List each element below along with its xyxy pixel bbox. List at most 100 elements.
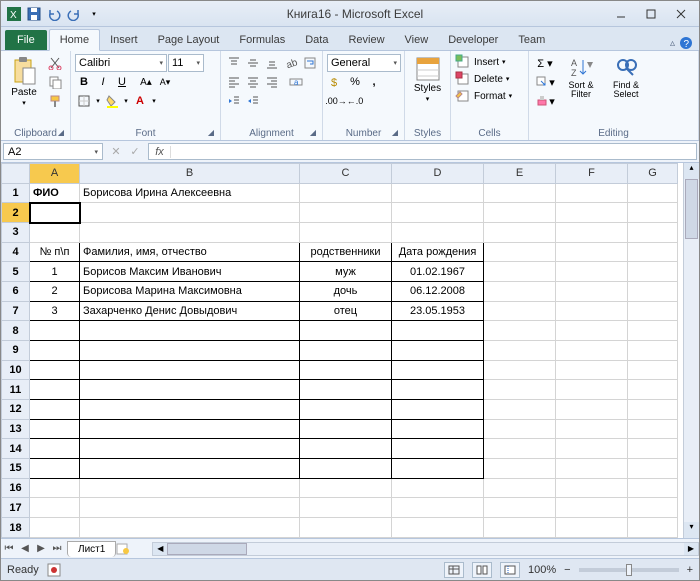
align-left-icon[interactable] <box>225 73 243 91</box>
cell[interactable] <box>628 439 678 459</box>
cell[interactable]: Захарченко Денис Довыдович <box>80 301 300 321</box>
alignment-dialog-icon[interactable]: ◢ <box>308 128 318 138</box>
cell[interactable] <box>628 262 678 282</box>
cell[interactable] <box>392 183 484 203</box>
row-header[interactable]: 3 <box>2 223 30 243</box>
row-header[interactable]: 15 <box>2 459 30 479</box>
cell[interactable] <box>556 419 628 439</box>
cell[interactable]: Борисов Максим Иванович <box>80 262 300 282</box>
row-header[interactable]: 18 <box>2 518 30 538</box>
italic-button[interactable]: I <box>94 73 112 91</box>
worksheet-grid[interactable]: ABCDEFG1ФИОБорисова Ирина Алексеевна234№… <box>1 163 699 538</box>
cell[interactable] <box>484 282 556 302</box>
row-header[interactable]: 6 <box>2 282 30 302</box>
help-icon[interactable]: ? <box>679 36 693 50</box>
zoom-slider[interactable] <box>579 568 679 572</box>
fill-icon[interactable]: ▾ <box>533 73 557 91</box>
autosum-icon[interactable]: Σ ▾ <box>533 54 557 72</box>
cell[interactable]: Дата рождения <box>392 242 484 262</box>
cell[interactable] <box>300 380 392 400</box>
cell[interactable] <box>628 400 678 420</box>
cell[interactable] <box>484 419 556 439</box>
cell-styles-button[interactable]: Styles▾ <box>409 54 446 105</box>
cell[interactable] <box>30 360 80 380</box>
copy-icon[interactable] <box>46 73 64 91</box>
cell[interactable] <box>80 223 300 243</box>
cell[interactable] <box>556 242 628 262</box>
delete-cells-button[interactable]: Delete▾ <box>455 71 509 87</box>
cell[interactable] <box>30 439 80 459</box>
cell[interactable] <box>392 321 484 341</box>
cell[interactable] <box>556 459 628 479</box>
cell[interactable] <box>30 380 80 400</box>
minimize-ribbon-icon[interactable]: ▵ <box>670 38 675 49</box>
row-header[interactable]: 8 <box>2 321 30 341</box>
format-cells-button[interactable]: Format▾ <box>455 88 512 104</box>
macro-record-icon[interactable] <box>47 563 61 577</box>
cell[interactable] <box>484 203 556 223</box>
number-dialog-icon[interactable]: ◢ <box>390 128 400 138</box>
cancel-formula-icon[interactable]: ✕ <box>107 143 125 161</box>
align-bottom-icon[interactable] <box>263 54 281 72</box>
cell[interactable] <box>392 360 484 380</box>
cell[interactable] <box>556 478 628 498</box>
cell[interactable]: отец <box>300 301 392 321</box>
cell[interactable] <box>556 518 628 538</box>
cell[interactable] <box>300 341 392 361</box>
row-header[interactable]: 10 <box>2 360 30 380</box>
sort-filter-button[interactable]: AZ Sort & Filter <box>560 54 602 101</box>
align-center-icon[interactable] <box>244 73 262 91</box>
wrap-text-icon[interactable] <box>301 54 319 72</box>
col-header[interactable]: A <box>30 164 80 184</box>
cell[interactable] <box>556 360 628 380</box>
cell[interactable]: 06.12.2008 <box>392 282 484 302</box>
cell[interactable] <box>556 321 628 341</box>
cell[interactable] <box>392 419 484 439</box>
cell[interactable]: дочь <box>300 282 392 302</box>
font-dialog-icon[interactable]: ◢ <box>206 128 216 138</box>
col-header[interactable]: B <box>80 164 300 184</box>
clipboard-dialog-icon[interactable]: ◢ <box>56 128 66 138</box>
format-painter-icon[interactable] <box>46 92 64 110</box>
cell[interactable] <box>556 341 628 361</box>
cell[interactable] <box>30 419 80 439</box>
merge-center-icon[interactable]: a <box>287 73 305 91</box>
cell[interactable] <box>628 419 678 439</box>
cell[interactable] <box>484 459 556 479</box>
tab-page-layout[interactable]: Page Layout <box>148 30 230 50</box>
col-header[interactable]: G <box>628 164 678 184</box>
insert-cells-button[interactable]: Insert▾ <box>455 54 506 70</box>
row-header[interactable]: 17 <box>2 498 30 518</box>
cell[interactable] <box>392 400 484 420</box>
close-button[interactable] <box>667 5 695 23</box>
zoom-level[interactable]: 100% <box>528 564 556 576</box>
cell[interactable] <box>484 242 556 262</box>
cell[interactable]: муж <box>300 262 392 282</box>
align-top-icon[interactable] <box>225 54 243 72</box>
save-icon[interactable] <box>25 5 43 23</box>
borders-dropdown-icon[interactable]: ▾ <box>94 92 102 110</box>
cell[interactable] <box>484 183 556 203</box>
cell[interactable] <box>300 203 392 223</box>
cell[interactable] <box>300 400 392 420</box>
borders-icon[interactable] <box>75 92 93 110</box>
cell[interactable] <box>484 301 556 321</box>
vertical-scrollbar[interactable]: ▴ ▾ <box>683 163 699 538</box>
cell[interactable] <box>30 223 80 243</box>
page-break-view-icon[interactable] <box>500 562 520 578</box>
tab-formulas[interactable]: Formulas <box>229 30 295 50</box>
fill-dropdown-icon[interactable]: ▾ <box>122 92 130 110</box>
cell[interactable] <box>556 262 628 282</box>
undo-icon[interactable] <box>45 5 63 23</box>
cell[interactable] <box>484 360 556 380</box>
font-color-icon[interactable]: A <box>131 92 149 110</box>
cell[interactable] <box>80 203 300 223</box>
increase-indent-icon[interactable] <box>244 92 262 110</box>
cell[interactable] <box>556 380 628 400</box>
cell[interactable] <box>300 518 392 538</box>
cell[interactable] <box>556 183 628 203</box>
normal-view-icon[interactable] <box>444 562 464 578</box>
cell[interactable] <box>392 459 484 479</box>
zoom-out-icon[interactable]: − <box>564 564 570 576</box>
cell[interactable] <box>80 321 300 341</box>
